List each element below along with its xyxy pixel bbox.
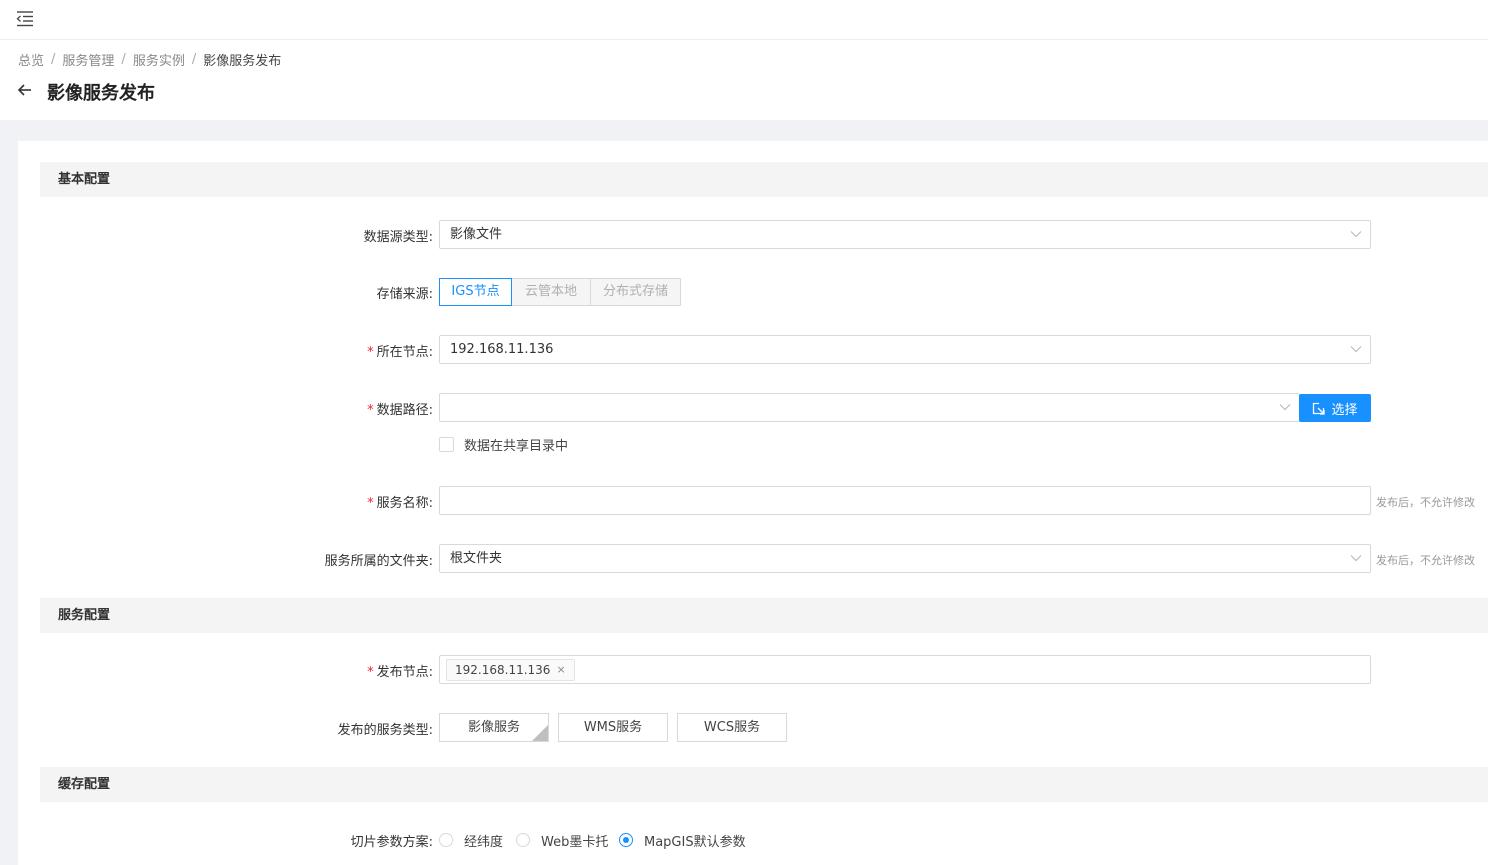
tile-scheme-label: 切片参数方案:	[350, 835, 433, 850]
required-mark: *	[367, 345, 374, 360]
select-icon	[1313, 402, 1326, 415]
breadcrumb-item-overview[interactable]: 总览	[18, 50, 44, 69]
breadcrumb-separator: /	[191, 51, 197, 67]
service-types-label: 发布的服务类型:	[337, 723, 433, 738]
publish-node-tag-label: 192.168.11.136	[455, 663, 551, 677]
publish-node-multiselect[interactable]	[439, 655, 1371, 684]
menu-fold-icon[interactable]	[16, 10, 34, 28]
service-type-wms[interactable]: WMS服务	[558, 713, 668, 742]
node-label-text: 所在节点:	[376, 345, 433, 360]
data-path-label-text: 数据路径:	[376, 403, 433, 418]
radio-lonlat[interactable]	[439, 833, 453, 847]
chevron-down-icon	[1350, 555, 1362, 562]
data-path-select[interactable]	[439, 393, 1300, 422]
section-cache-config: 缓存配置	[40, 767, 1488, 802]
chevron-down-icon	[1279, 404, 1291, 411]
datasource-type-label: 数据源类型:	[363, 230, 433, 245]
chevron-down-icon	[1350, 346, 1362, 353]
select-path-button[interactable]: 选择	[1299, 394, 1371, 422]
datasource-type-value: 影像文件	[450, 227, 503, 242]
required-mark: *	[367, 665, 374, 680]
node-value: 192.168.11.136	[450, 342, 554, 357]
service-type-image[interactable]: 影像服务	[439, 713, 549, 742]
select-path-button-label: 选择	[1331, 402, 1358, 418]
required-mark: *	[367, 403, 374, 418]
publish-node-label: * 发布节点:	[367, 661, 433, 680]
section-basic-config: 基本配置	[40, 162, 1488, 197]
storage-option-cloud-local[interactable]: 云管本地	[511, 278, 591, 306]
shared-dir-checkbox[interactable]	[439, 437, 454, 452]
publish-node-label-text: 发布节点:	[376, 665, 433, 680]
breadcrumb-separator: /	[51, 51, 56, 67]
service-name-input[interactable]	[439, 486, 1371, 515]
folder-hint: 发布后，不允许修改	[1376, 554, 1475, 567]
breadcrumb-item-service-management[interactable]: 服务管理	[62, 50, 114, 69]
back-arrow-icon[interactable]	[17, 82, 33, 98]
node-select[interactable]: 192.168.11.136	[439, 335, 1371, 364]
radio-web-mercator[interactable]	[516, 833, 530, 847]
service-name-label-text: 服务名称:	[376, 496, 433, 511]
radio-mapgis-default-label: MapGIS默认参数	[644, 835, 746, 850]
page-title: 影像服务发布	[47, 83, 155, 104]
breadcrumb: 总览 / 服务管理 / 服务实例 / 影像服务发布	[18, 50, 282, 69]
shared-dir-label: 数据在共享目录中	[464, 439, 569, 454]
data-path-label: * 数据路径:	[367, 399, 433, 418]
storage-source-label: 存储来源:	[376, 287, 433, 302]
publish-node-tag: 192.168.11.136 ×	[446, 659, 575, 681]
breadcrumb-current: 影像服务发布	[203, 53, 282, 69]
radio-mapgis-default[interactable]	[619, 833, 633, 847]
breadcrumb-separator: /	[121, 51, 126, 67]
datasource-type-select[interactable]: 影像文件	[439, 220, 1371, 249]
service-name-label: * 服务名称:	[367, 492, 433, 511]
folder-value: 根文件夹	[450, 551, 503, 566]
node-label: * 所在节点:	[367, 341, 433, 360]
service-name-hint: 发布后，不允许修改	[1376, 496, 1475, 509]
section-service-config: 服务配置	[40, 598, 1488, 633]
radio-web-mercator-label: Web墨卡托	[541, 835, 609, 850]
storage-option-distributed[interactable]: 分布式存储	[590, 278, 681, 306]
service-type-wcs[interactable]: WCS服务	[677, 713, 787, 742]
breadcrumb-item-service-instance[interactable]: 服务实例	[133, 50, 185, 69]
radio-lonlat-label: 经纬度	[464, 835, 504, 850]
close-icon[interactable]: ×	[556, 660, 565, 680]
folder-label: 服务所属的文件夹:	[324, 554, 433, 569]
chevron-down-icon	[1350, 231, 1362, 238]
required-mark: *	[367, 496, 374, 511]
storage-option-igs-node[interactable]: IGS节点	[439, 278, 512, 306]
folder-select[interactable]: 根文件夹	[439, 544, 1371, 573]
top-bar	[0, 0, 1488, 40]
